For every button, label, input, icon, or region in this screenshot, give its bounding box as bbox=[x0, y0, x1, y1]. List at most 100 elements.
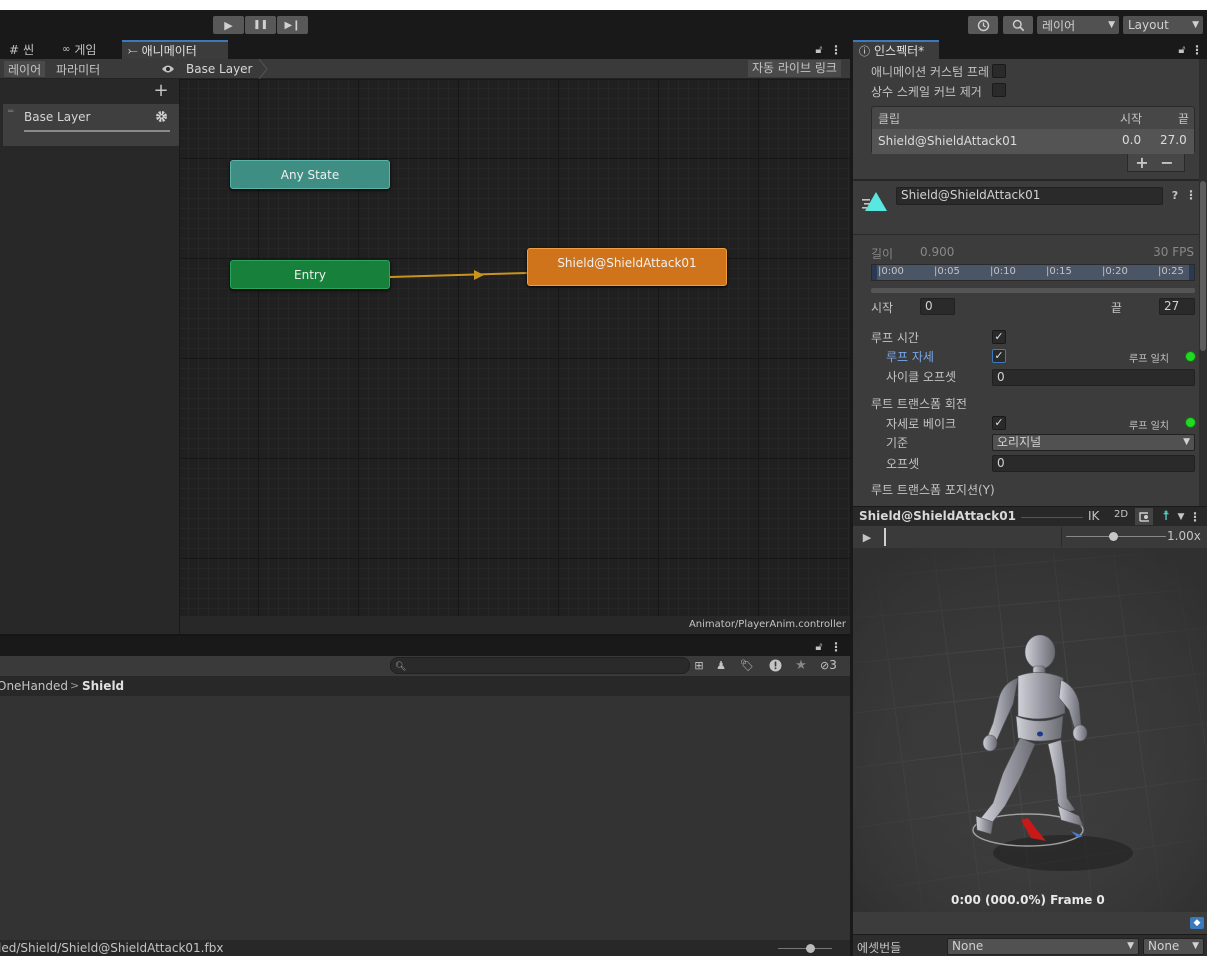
layers-subtabs: 레이어 파라미터 bbox=[0, 59, 180, 79]
filter-scene-icon[interactable]: ♟ bbox=[713, 658, 729, 673]
clip-row[interactable]: Shield@ShieldAttack01 0.0 27.0 bbox=[872, 129, 1194, 154]
based-on-dropdown[interactable]: 오리지널 ▼ bbox=[992, 434, 1195, 451]
subtab-layers[interactable]: 레이어 bbox=[4, 61, 46, 77]
add-layer-button[interactable]: + bbox=[152, 80, 170, 101]
history-icon[interactable] bbox=[968, 16, 998, 34]
more-icon[interactable]: ⋮ bbox=[1185, 188, 1197, 202]
tab-animator-label: 애니메이터 bbox=[141, 44, 197, 58]
clip-name-field[interactable]: Shield@ShieldAttack01 bbox=[896, 187, 1163, 205]
clip-header-end: 끝 bbox=[1178, 112, 1190, 126]
speed-slider-handle[interactable] bbox=[1109, 532, 1118, 541]
divider bbox=[1021, 517, 1083, 518]
more-icon[interactable]: ⋮ bbox=[1191, 42, 1203, 57]
lock-icon[interactable]: 🔓︎ bbox=[812, 42, 826, 57]
timeline-ruler[interactable]: |0:00 |0:05 |0:10 |0:15 |0:20 |0:25 bbox=[871, 264, 1195, 281]
layer-weight-slider[interactable] bbox=[24, 130, 170, 132]
drag-handle-icon[interactable]: ═ bbox=[8, 107, 13, 117]
subtab-parameters[interactable]: 파라미터 bbox=[56, 61, 100, 78]
cycle-offset-field[interactable]: 0 bbox=[992, 369, 1195, 386]
play-button[interactable]: ▶ bbox=[213, 16, 244, 34]
filter-type-icon[interactable]: ⊞ bbox=[692, 658, 706, 673]
transition-arrow[interactable] bbox=[390, 266, 530, 286]
entry-node[interactable]: Entry bbox=[230, 260, 390, 289]
end-label: 끝 bbox=[1111, 301, 1123, 315]
auto-live-link-button[interactable]: 자동 라이브 링크 bbox=[748, 60, 841, 77]
warning-icon[interactable] bbox=[767, 658, 783, 673]
hidden-count-value: 3 bbox=[829, 658, 837, 672]
help-icon[interactable]: ? bbox=[1168, 188, 1182, 202]
start-label: 시작 bbox=[871, 301, 894, 315]
breadcrumb-parent[interactable]: OneHanded bbox=[0, 679, 68, 693]
search-icon[interactable] bbox=[1003, 16, 1033, 34]
frame-readout: 0:00 (000.0%) Frame 0 bbox=[951, 893, 1105, 907]
breadcrumb[interactable]: Base Layer bbox=[186, 62, 253, 76]
more-icon[interactable]: ⋮ bbox=[830, 42, 842, 57]
length-label: 길이 bbox=[871, 247, 894, 261]
gear-icon[interactable] bbox=[154, 109, 168, 123]
controller-path: Animator/PlayerAnim.controller bbox=[688, 619, 846, 630]
tab-game[interactable]: ∞ 게임 bbox=[56, 40, 102, 59]
asset-bundle-dropdown[interactable]: None ▼ bbox=[947, 938, 1139, 955]
pause-button[interactable]: ❚❚ bbox=[245, 16, 276, 34]
loop-pose-checkbox[interactable]: ✓ bbox=[992, 349, 1006, 363]
ik-toggle[interactable]: IK bbox=[1088, 509, 1099, 523]
inspector-scrollbar[interactable] bbox=[1199, 59, 1207, 506]
animator-graph[interactable]: Any State Entry Shield@ShieldAttack01 bbox=[180, 80, 850, 616]
lock-icon[interactable]: 🔓︎ bbox=[812, 639, 826, 654]
breadcrumb-separator-icon: > bbox=[70, 679, 80, 692]
timeline-range-bar[interactable] bbox=[871, 288, 1195, 293]
start-field[interactable]: 0 bbox=[920, 298, 955, 315]
preview-play-button[interactable]: ▶ bbox=[859, 529, 875, 545]
graph-header: Base Layer 자동 라이브 링크 bbox=[180, 59, 850, 79]
end-field[interactable]: 27 bbox=[1159, 298, 1195, 315]
loop-match-indicator-2 bbox=[1185, 417, 1196, 428]
label-tag-icon[interactable]: ◆ bbox=[1190, 917, 1204, 929]
remove-clip-button[interactable]: − bbox=[1159, 153, 1175, 172]
any-state-node[interactable]: Any State bbox=[230, 160, 390, 189]
star-icon[interactable]: ★ bbox=[793, 658, 809, 673]
tick-15: |0:15 bbox=[1046, 266, 1072, 277]
tab-animator[interactable]: ⤚ 애니메이터 bbox=[122, 40, 228, 59]
bake-pose-checkbox[interactable]: ✓ bbox=[992, 416, 1006, 430]
clip-state-node[interactable]: Shield@ShieldAttack01 bbox=[527, 248, 727, 286]
inspector-scrollbar-thumb[interactable] bbox=[1200, 181, 1206, 351]
layout-dropdown-label: Layout bbox=[1128, 18, 1169, 32]
search-icon: 🔍︎ bbox=[395, 662, 407, 672]
loop-time-checkbox[interactable]: ✓ bbox=[992, 330, 1006, 344]
preview-viewport[interactable]: 0:00 (000.0%) Frame 0 bbox=[853, 548, 1207, 912]
remove-const-curve-checkbox[interactable] bbox=[992, 83, 1006, 97]
chevron-down-icon: ▼ bbox=[1127, 941, 1134, 951]
step-button[interactable]: ▶❙ bbox=[277, 16, 308, 34]
label-icon[interactable]: 🏷︎ bbox=[739, 658, 755, 673]
asset-bundle-label: 에셋번들 bbox=[857, 941, 902, 955]
add-clip-button[interactable]: + bbox=[1134, 153, 1150, 172]
zoom-slider-track[interactable] bbox=[778, 948, 832, 949]
custom-frame-checkbox[interactable] bbox=[992, 64, 1006, 78]
timeline-start-marker[interactable] bbox=[872, 265, 877, 280]
layer-dropdown[interactable]: 레이어 ▼ bbox=[1037, 16, 1119, 34]
preview-scrubber[interactable] bbox=[884, 528, 886, 546]
asset-variant-dropdown[interactable]: None ▼ bbox=[1143, 938, 1204, 955]
search-input[interactable]: 🔍︎ bbox=[390, 657, 690, 674]
pivot-icon[interactable] bbox=[1135, 508, 1153, 525]
hidden-count[interactable]: ⊘3 bbox=[820, 658, 837, 672]
layer-item-base[interactable]: ═ Base Layer bbox=[3, 104, 179, 146]
chevron-down-icon[interactable]: ▼ bbox=[1175, 510, 1187, 524]
lock-icon[interactable]: 🔓︎ bbox=[1175, 42, 1189, 57]
selected-asset-path: led/Shield/Shield@ShieldAttack01.fbx bbox=[0, 941, 224, 955]
more-icon[interactable]: ⋮ bbox=[1189, 509, 1201, 524]
eye-icon[interactable] bbox=[160, 62, 176, 76]
tick-label: 0:00 bbox=[881, 266, 904, 277]
asset-bundle-bar: 에셋번들 None ▼ None ▼ bbox=[853, 934, 1207, 956]
tab-scene[interactable]: # 씬 bbox=[3, 40, 40, 59]
breadcrumb-current[interactable]: Shield bbox=[82, 679, 124, 693]
tab-inspector[interactable]: ⓘ 인스펙터* bbox=[853, 40, 939, 59]
twod-toggle[interactable]: 2D bbox=[1112, 509, 1130, 520]
offset-field[interactable]: 0 bbox=[992, 455, 1195, 472]
tick-10: |0:10 bbox=[990, 266, 1016, 277]
zoom-slider-handle[interactable] bbox=[806, 944, 815, 953]
more-icon[interactable]: ⋮ bbox=[830, 639, 842, 654]
project-statusbar: led/Shield/Shield@ShieldAttack01.fbx bbox=[0, 940, 850, 956]
layout-dropdown[interactable]: Layout ▼ bbox=[1123, 16, 1203, 34]
avatar-icon[interactable]: ☨ bbox=[1158, 508, 1174, 525]
